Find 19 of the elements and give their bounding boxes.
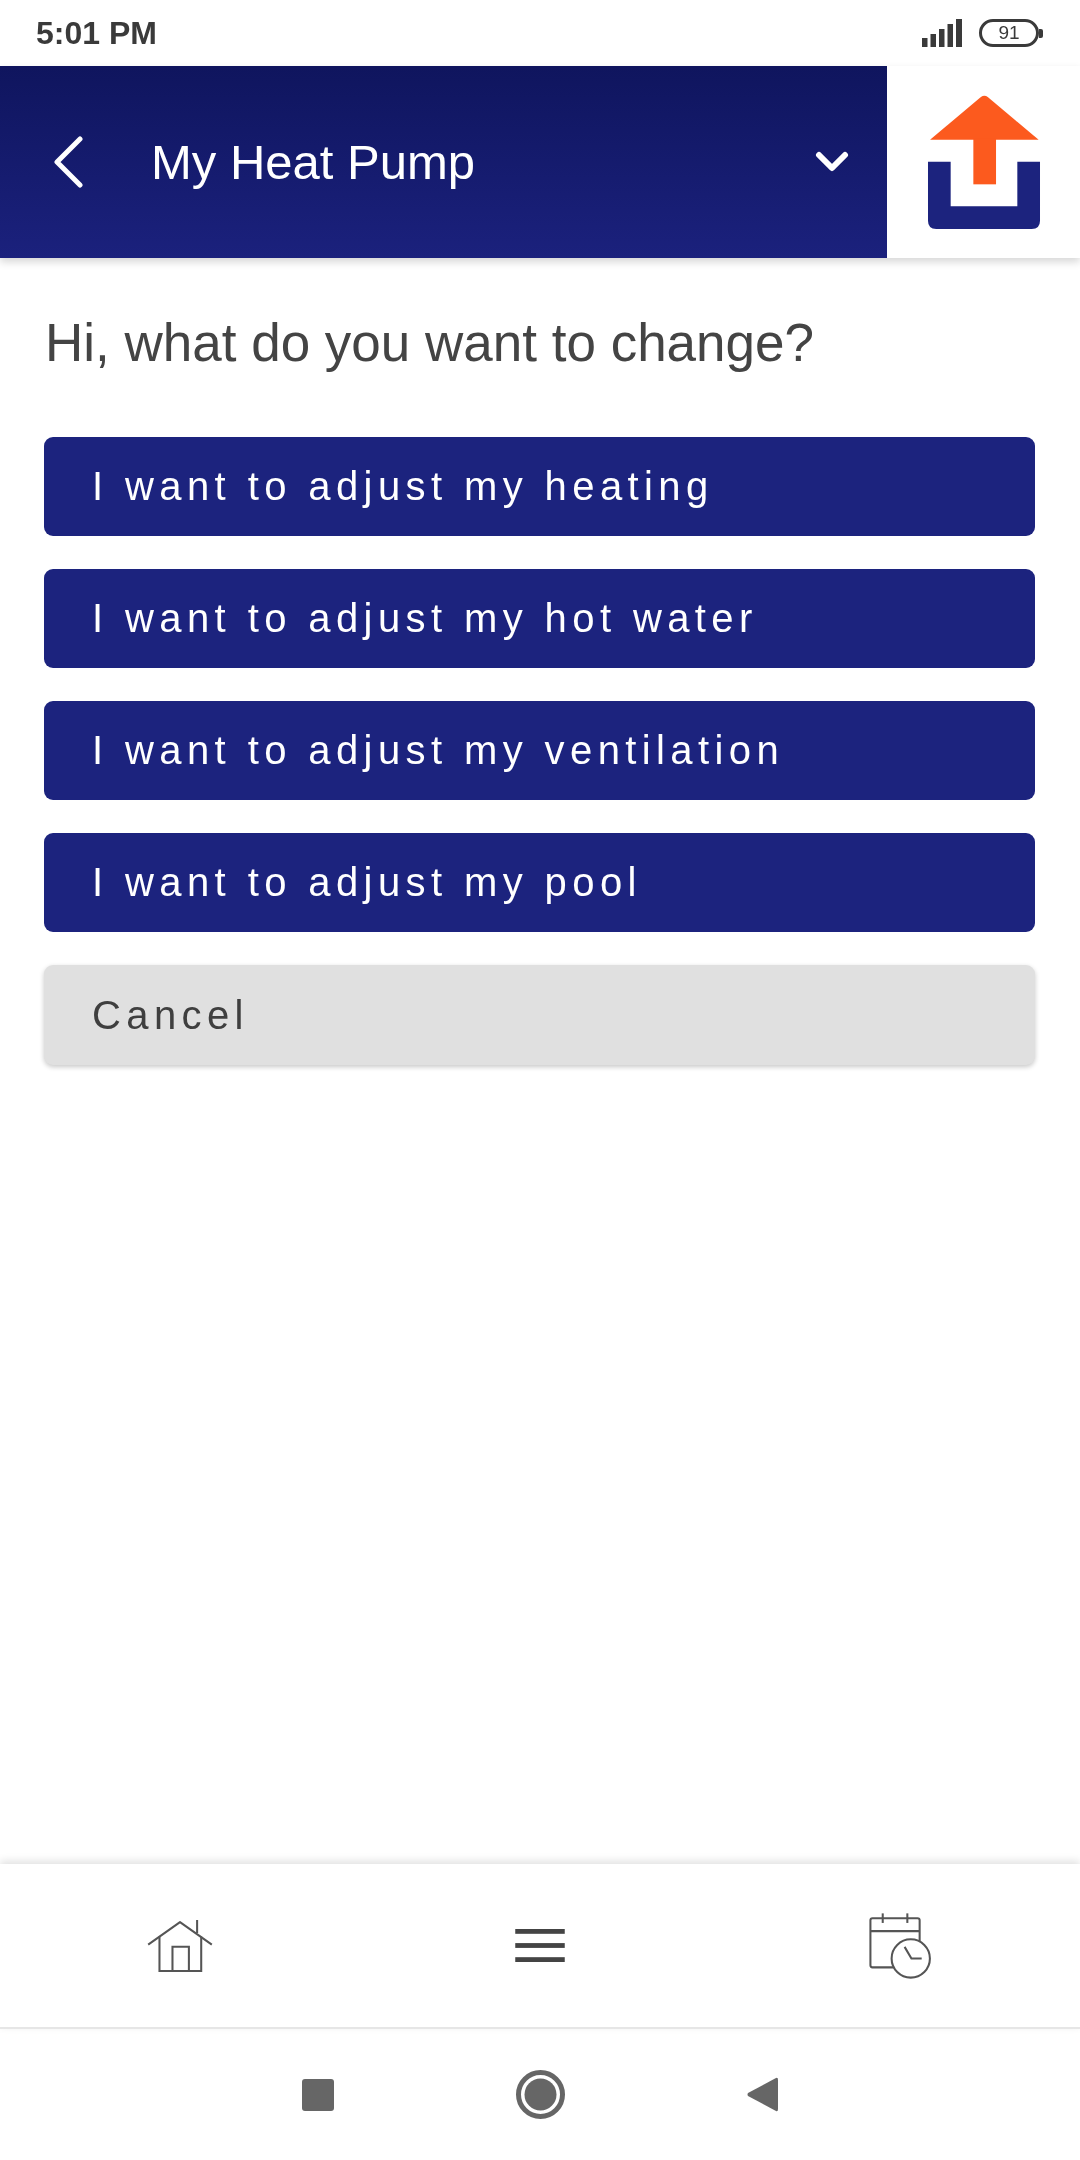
logo-icon (926, 95, 1041, 229)
prompt-text: Hi, what do you want to change? (45, 312, 814, 374)
status-time: 5:01 PM (36, 14, 157, 52)
option-button[interactable]: I want to adjust my hot water (44, 569, 1035, 668)
chevron-down-icon[interactable] (815, 151, 849, 173)
recent-apps-icon[interactable] (302, 2078, 334, 2111)
menu-icon[interactable] (515, 1929, 565, 1962)
option-button[interactable]: I want to adjust my heating (44, 437, 1035, 536)
back-icon[interactable] (52, 136, 84, 188)
back-triangle-icon[interactable] (747, 2077, 778, 2112)
screen-title: My Heat Pump (151, 134, 476, 190)
battery-indicator: 91 (979, 19, 1043, 47)
home-icon[interactable] (147, 1919, 213, 1972)
home-circle-icon[interactable] (516, 2070, 565, 2119)
cancel-button[interactable]: Cancel (44, 965, 1035, 1065)
option-button[interactable]: I want to adjust my ventilation (44, 701, 1035, 800)
calendar-clock-icon[interactable] (868, 1912, 932, 1979)
option-button[interactable]: I want to adjust my pool (44, 833, 1035, 932)
signal-icon (922, 19, 962, 47)
